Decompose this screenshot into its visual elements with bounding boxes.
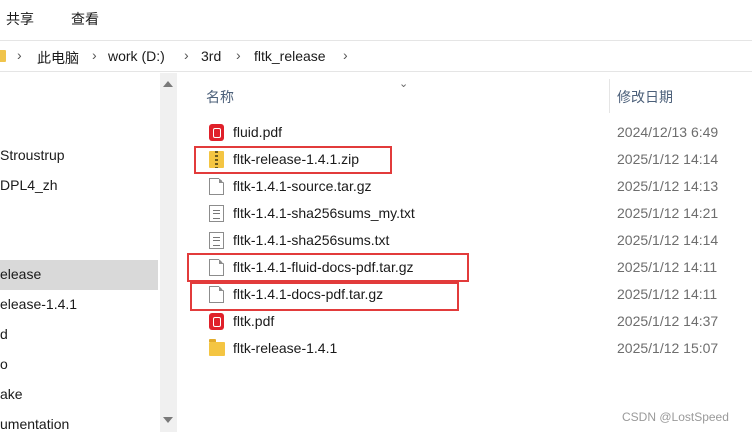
sort-indicator-icon: ⌄ — [399, 78, 409, 90]
breadcrumb-fltk-release[interactable]: fltk_release — [254, 48, 326, 64]
pdf-icon — [209, 124, 224, 141]
date-modified-column-header[interactable]: 修改日期 — [617, 87, 673, 107]
chevron-right-icon: › — [236, 47, 241, 63]
file-date: 2025/1/12 14:13 — [617, 178, 719, 194]
file-row[interactable]: fltk-1.4.1-sha256sums.txt 2025/1/12 14:1… — [177, 227, 752, 254]
watermark: CSDN @LostSpeed — [622, 410, 729, 424]
file-row[interactable]: fluid.pdf 2024/12/13 6:49 — [177, 119, 752, 146]
file-date: 2025/1/12 14:11 — [617, 259, 718, 275]
file-name: fltk.pdf — [233, 313, 275, 329]
highlight-box — [194, 146, 392, 174]
chevron-right-icon: › — [343, 47, 348, 63]
file-row[interactable]: fltk-1.4.1-source.tar.gz 2025/1/12 14:13 — [177, 173, 752, 200]
navigation-scrollbar[interactable] — [160, 73, 177, 432]
file-date: 2025/1/12 14:11 — [617, 286, 718, 302]
file-date: 2025/1/12 14:14 — [617, 151, 719, 167]
file-date: 2025/1/12 14:37 — [617, 313, 719, 329]
nav-item[interactable]: o — [0, 350, 158, 380]
folder-icon — [209, 339, 225, 356]
breadcrumb-3rd[interactable]: 3rd — [201, 48, 221, 64]
text-file-icon — [209, 232, 224, 249]
file-row[interactable]: fltk-1.4.1-sha256sums_my.txt 2025/1/12 1… — [177, 200, 752, 227]
file-date: 2024/12/13 6:49 — [617, 124, 719, 140]
file-name: fltk-1.4.1-source.tar.gz — [233, 178, 372, 194]
command-bar: 共享 查看 — [0, 0, 752, 38]
file-row[interactable]: fltk.pdf 2025/1/12 14:37 — [177, 308, 752, 335]
navigation-pane: Stroustrup DPL4_zh elease elease-1.4.1 d… — [0, 73, 160, 432]
text-file-icon — [209, 205, 224, 222]
file-name: fltk-1.4.1-sha256sums_my.txt — [233, 205, 415, 221]
view-menu[interactable]: 查看 — [71, 9, 99, 29]
nav-item[interactable]: elease-1.4.1 — [0, 290, 158, 320]
nav-item-selected[interactable]: elease — [0, 260, 158, 290]
file-name: fltk-1.4.1-sha256sums.txt — [233, 232, 390, 248]
pdf-icon — [209, 313, 224, 330]
scroll-down-arrow-icon[interactable] — [163, 417, 173, 423]
breadcrumb-this-pc[interactable]: 此电脑 — [37, 48, 79, 68]
file-name: fltk-release-1.4.1 — [233, 340, 338, 356]
file-row[interactable]: fltk-release-1.4.1 2025/1/12 15:07 — [177, 335, 752, 362]
file-date: 2025/1/12 15:07 — [617, 340, 719, 356]
folder-icon — [0, 50, 6, 62]
chevron-right-icon: › — [184, 47, 189, 63]
highlight-box — [187, 253, 469, 282]
highlight-box — [190, 282, 459, 311]
scroll-up-arrow-icon[interactable] — [163, 81, 173, 87]
nav-item[interactable]: ake — [0, 380, 158, 410]
nav-item[interactable]: DPL4_zh — [0, 171, 158, 201]
breadcrumb-work-drive[interactable]: work (D:) — [108, 48, 165, 64]
chevron-right-icon: › — [92, 47, 97, 63]
file-icon — [209, 178, 224, 195]
chevron-right-icon: › — [17, 47, 22, 63]
address-bar[interactable]: › 此电脑 › work (D:) › 3rd › fltk_release › — [0, 40, 752, 72]
nav-item[interactable]: Stroustrup — [0, 141, 158, 171]
file-date: 2025/1/12 14:14 — [617, 232, 719, 248]
share-menu[interactable]: 共享 — [6, 9, 34, 29]
file-name: fluid.pdf — [233, 124, 283, 140]
column-headers: ⌄ 名称 修改日期 — [177, 73, 752, 115]
nav-item[interactable]: umentation — [0, 410, 158, 432]
column-divider[interactable] — [609, 79, 610, 113]
name-column-header[interactable]: 名称 — [206, 87, 234, 107]
nav-item[interactable]: d — [0, 320, 158, 350]
file-date: 2025/1/12 14:21 — [617, 205, 719, 221]
